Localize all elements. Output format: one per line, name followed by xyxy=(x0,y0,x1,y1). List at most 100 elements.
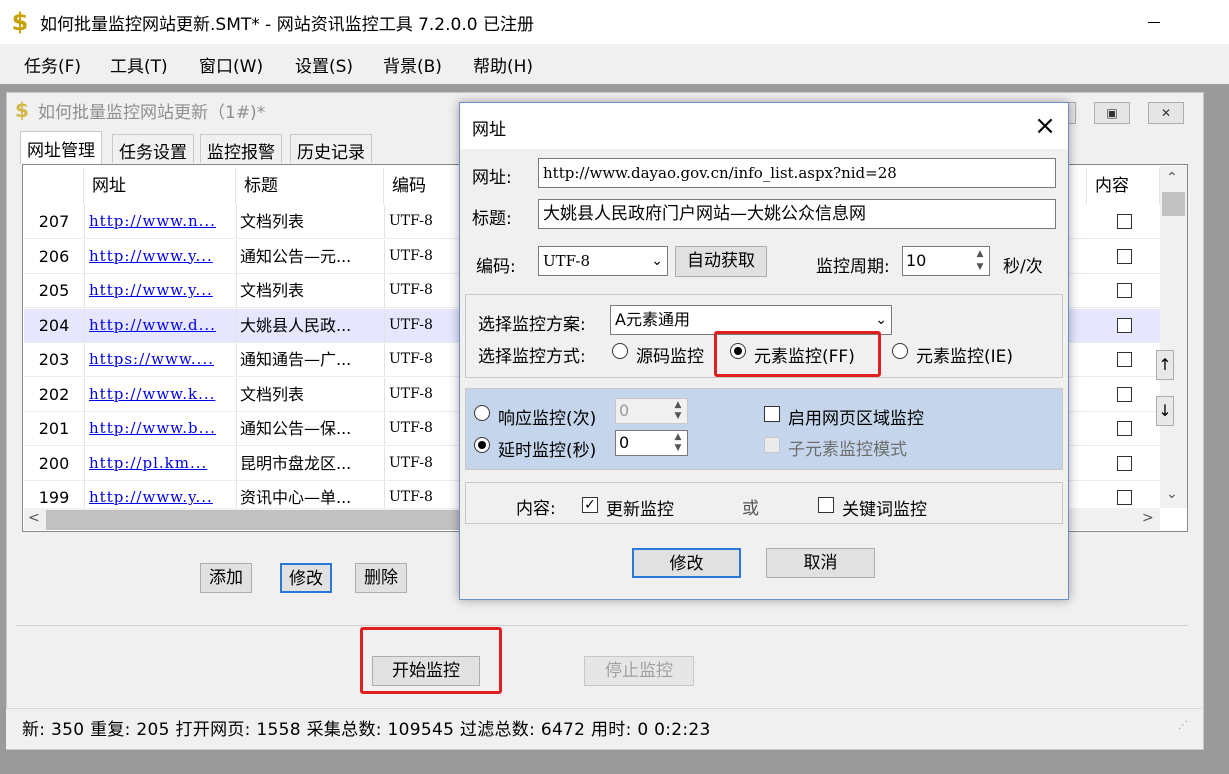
keyword-monitor-checkbox[interactable] xyxy=(818,497,834,513)
tab-history[interactable]: 历史记录 xyxy=(290,134,372,163)
menu-bar xyxy=(0,44,1229,84)
chevron-down-icon: ⌄ xyxy=(651,253,663,269)
tab-alerts[interactable]: 监控报警 xyxy=(200,134,282,163)
add-button[interactable]: 添加 xyxy=(200,563,252,593)
delete-button[interactable]: 删除 xyxy=(355,563,407,593)
url-field[interactable]: http://www.dayao.gov.cn/info_list.aspx?n… xyxy=(538,158,1056,188)
vertical-scroll-thumb[interactable] xyxy=(1162,192,1185,216)
title-field[interactable]: 大姚县人民政府门户网站—大姚公众信息网 xyxy=(538,199,1056,229)
start-monitor-button[interactable]: 开始监控 xyxy=(372,656,480,686)
modify-button[interactable]: 修改 xyxy=(280,563,332,593)
scroll-down-arrow-icon[interactable]: ⌄ xyxy=(1166,486,1178,502)
row-content-checkbox[interactable] xyxy=(1117,455,1132,471)
row-title: 文档列表 xyxy=(236,205,382,238)
row-url-link[interactable]: http://www.b... xyxy=(86,412,239,445)
scroll-right-arrow-icon[interactable]: > xyxy=(1142,510,1154,526)
scroll-left-arrow-icon[interactable]: < xyxy=(28,510,40,526)
stepper-arrows-icon[interactable]: ▲ ▼ xyxy=(670,432,686,454)
row-url-link[interactable]: http://www.y... xyxy=(86,274,239,307)
resize-grip-icon[interactable]: ⋰ xyxy=(1178,720,1192,734)
row-id: 207 xyxy=(24,205,85,238)
auto-detect-button[interactable]: 自动获取 xyxy=(675,246,767,277)
row-content-checkbox[interactable] xyxy=(1117,421,1132,436)
tab-task-settings[interactable]: 任务设置 xyxy=(112,134,194,163)
row-id: 202 xyxy=(24,377,85,411)
dollar-task-icon: $ xyxy=(15,98,29,122)
vertical-scrollbar[interactable] xyxy=(1160,166,1187,508)
child-mode-label: 子元素监控模式 xyxy=(788,440,907,460)
radio-response[interactable] xyxy=(474,405,490,421)
row-content-checkbox[interactable] xyxy=(1117,248,1132,264)
dialog-ok-button[interactable]: 修改 xyxy=(632,548,741,578)
minimize-button[interactable] xyxy=(1128,6,1178,38)
delay-label: 延时监控(秒) xyxy=(498,441,597,461)
radio-element-ie[interactable] xyxy=(892,343,908,359)
tab-url-management[interactable]: 网址管理 xyxy=(20,131,102,164)
grid-header-content[interactable]: 内容 xyxy=(1086,168,1160,204)
horizontal-scroll-thumb[interactable] xyxy=(46,510,466,530)
grid-header-url[interactable]: 网址 xyxy=(84,168,236,204)
menu-help[interactable]: 帮助(H) xyxy=(473,52,533,77)
row-id: 201 xyxy=(24,412,85,445)
radio-element-ff[interactable] xyxy=(730,343,746,359)
radio-source[interactable] xyxy=(612,343,628,359)
row-title: 通知公告—元... xyxy=(236,239,382,273)
row-id: 200 xyxy=(24,446,85,480)
stop-monitor-button[interactable]: 停止监控 xyxy=(584,656,694,686)
stepper-arrows-icon[interactable]: ▲ ▼ xyxy=(972,248,988,274)
update-monitor-label: 更新监控 xyxy=(606,500,674,520)
region-monitor-label: 启用网页区域监控 xyxy=(788,409,924,429)
period-unit: 秒/次 xyxy=(1003,257,1043,277)
grid-header-encoding[interactable]: 编码 xyxy=(384,168,464,204)
menu-settings[interactable]: 设置(S) xyxy=(295,52,353,77)
or-label: 或 xyxy=(742,499,759,519)
row-url-link[interactable]: http://www.y... xyxy=(86,240,239,273)
row-url-link[interactable]: http://www.k... xyxy=(86,378,239,411)
radio-delay[interactable] xyxy=(474,437,490,453)
region-monitor-checkbox[interactable] xyxy=(764,406,780,422)
method-label: 选择监控方式: xyxy=(478,347,586,367)
response-stepper: 0 ▲ ▼ xyxy=(615,398,688,424)
row-content-checkbox[interactable] xyxy=(1117,214,1132,229)
row-content-checkbox[interactable] xyxy=(1117,352,1132,367)
encoding-value: UTF-8 xyxy=(543,252,590,270)
row-url-link[interactable]: http://www.d... xyxy=(86,309,239,342)
move-down-button[interactable]: ↓ xyxy=(1156,396,1174,426)
row-url-link[interactable]: http://pl.km... xyxy=(86,447,239,480)
delay-stepper[interactable]: 0 ▲ ▼ xyxy=(615,430,688,456)
menu-task[interactable]: 任务(F) xyxy=(24,52,81,77)
row-url-link[interactable]: http://www.n... xyxy=(86,205,239,238)
row-encoding: UTF-8 xyxy=(384,343,464,376)
menu-background[interactable]: 背景(B) xyxy=(383,52,442,77)
menu-tools[interactable]: 工具(T) xyxy=(110,52,168,77)
dialog-close-icon[interactable]: × xyxy=(1030,112,1060,142)
row-content-checkbox[interactable] xyxy=(1117,317,1132,333)
child-restore-button[interactable]: ▣ xyxy=(1094,102,1130,124)
response-label: 响应监控(次) xyxy=(498,409,597,429)
row-url-link[interactable]: https://www.... xyxy=(86,343,239,376)
row-content-checkbox[interactable] xyxy=(1117,490,1132,505)
row-content-checkbox[interactable] xyxy=(1117,283,1132,298)
row-id: 204 xyxy=(24,308,85,342)
scroll-up-arrow-icon[interactable]: ⌃ xyxy=(1166,170,1178,186)
child-mode-checkbox xyxy=(764,437,780,453)
child-close-button[interactable]: ✕ xyxy=(1148,102,1184,124)
row-id: 205 xyxy=(24,274,85,307)
period-stepper[interactable]: 10 ▲ ▼ xyxy=(902,246,990,276)
dialog-title: 网址 xyxy=(472,120,506,140)
response-value: 0 xyxy=(619,401,630,420)
delay-value: 0 xyxy=(619,433,630,452)
move-up-button[interactable]: ↑ xyxy=(1156,350,1174,380)
row-id: 203 xyxy=(24,343,85,376)
row-content-checkbox[interactable] xyxy=(1117,386,1132,402)
encoding-label: 编码: xyxy=(476,257,516,277)
update-monitor-checkbox[interactable]: ✓ xyxy=(582,497,598,513)
period-value: 10 xyxy=(906,251,927,270)
scheme-label: 选择监控方案: xyxy=(478,315,586,335)
dialog-cancel-button[interactable]: 取消 xyxy=(766,548,875,578)
row-encoding: UTF-8 xyxy=(384,205,464,238)
encoding-select[interactable]: UTF-8 ⌄ xyxy=(538,246,668,276)
grid-header-title[interactable]: 标题 xyxy=(236,168,384,204)
method-ff-label: 元素监控(FF) xyxy=(754,347,855,367)
menu-window[interactable]: 窗口(W) xyxy=(199,52,263,77)
